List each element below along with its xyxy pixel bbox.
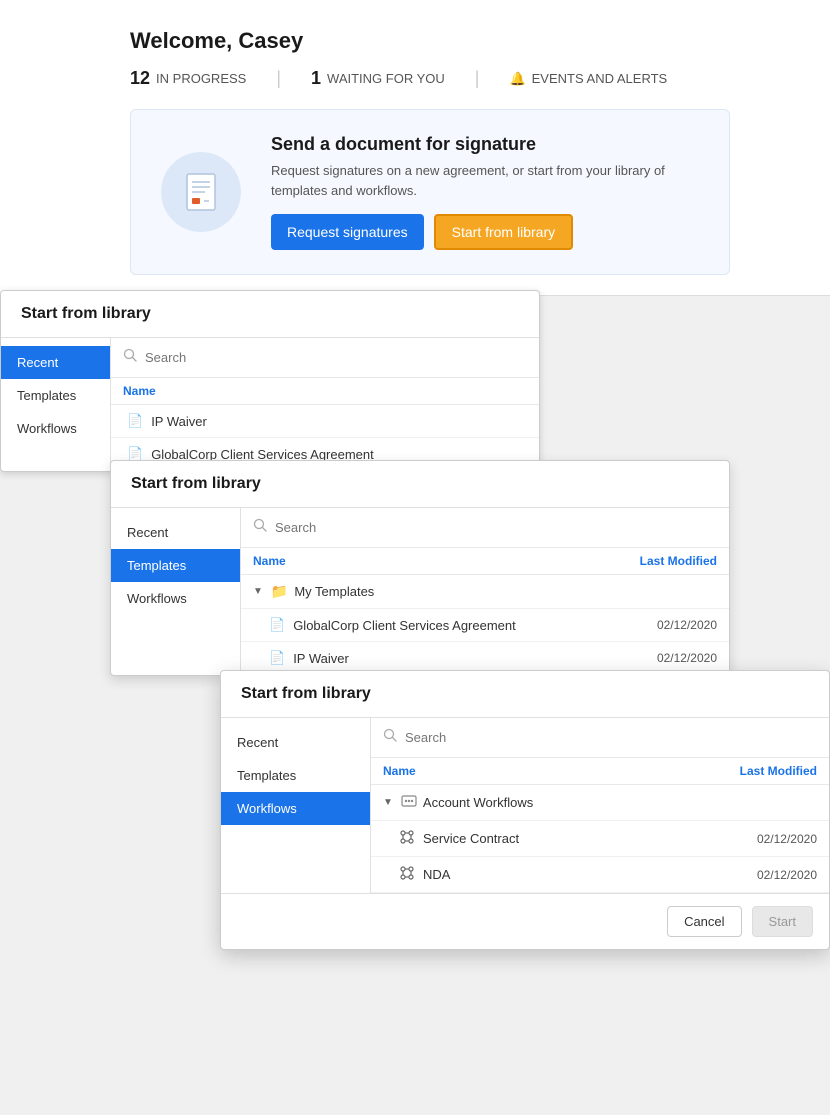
list-item[interactable]: NDA 02/12/2020 bbox=[371, 857, 829, 893]
workflow-name: Service Contract bbox=[423, 831, 519, 846]
panel-templates-body: Recent Templates Workflows Name Last Mod… bbox=[111, 508, 729, 675]
list-item[interactable]: Service Contract 02/12/2020 bbox=[371, 821, 829, 857]
search-row-3 bbox=[371, 718, 829, 758]
send-doc-card: Send a document for signature Request si… bbox=[130, 109, 730, 275]
col-modified-3: Last Modified bbox=[727, 764, 817, 778]
col-modified-2: Last Modified bbox=[627, 554, 717, 568]
sidebar-item-workflows-2[interactable]: Workflows bbox=[111, 582, 240, 615]
folder-icon: 📁 bbox=[271, 583, 288, 600]
sidebar-item-templates-2[interactable]: Templates bbox=[111, 549, 240, 582]
panel-templates-header: Start from library bbox=[111, 461, 729, 508]
stats-row: 12 IN PROGRESS | 1 WAITING FOR YOU | 🔔 E… bbox=[130, 68, 790, 89]
chevron-down-icon: ▼ bbox=[253, 586, 263, 597]
list-item[interactable]: 📄 GlobalCorp Client Services Agreement 0… bbox=[241, 609, 729, 642]
sidebar-item-workflows-3[interactable]: Workflows bbox=[221, 792, 370, 825]
stat-label-events: EVENTS AND ALERTS bbox=[532, 71, 668, 86]
sidebar-item-templates-3[interactable]: Templates bbox=[221, 759, 370, 792]
search-row-2 bbox=[241, 508, 729, 548]
start-from-library-button[interactable]: Start from library bbox=[434, 214, 573, 250]
panel-recent-sidebar: Recent Templates Workflows bbox=[1, 338, 111, 471]
sidebar-item-templates-1[interactable]: Templates bbox=[1, 379, 110, 412]
file-name: IP Waiver bbox=[293, 651, 349, 666]
folder-name-workflows: Account Workflows bbox=[423, 795, 533, 810]
search-icon bbox=[253, 518, 267, 537]
panel-recent-body: Recent Templates Workflows Name 📄 IP Wai… bbox=[1, 338, 539, 471]
panel-workflows-title: Start from library bbox=[241, 685, 809, 703]
search-icon bbox=[123, 348, 137, 367]
col-name-1: Name bbox=[123, 384, 527, 398]
stat-label-waiting: WAITING FOR YOU bbox=[327, 71, 445, 86]
panel-templates: Start from library Recent Templates Work… bbox=[110, 460, 730, 676]
sidebar-item-recent-3[interactable]: Recent bbox=[221, 726, 370, 759]
request-signatures-button[interactable]: Request signatures bbox=[271, 214, 424, 250]
folder-row[interactable]: ▼ 📁 My Templates bbox=[241, 575, 729, 609]
stat-divider-2: | bbox=[475, 68, 480, 89]
btn-row: Request signatures Start from library bbox=[271, 214, 699, 250]
panel-workflows-sidebar: Recent Templates Workflows bbox=[221, 718, 371, 893]
col-name-2: Name bbox=[253, 554, 627, 568]
stat-divider-1: | bbox=[276, 68, 281, 89]
stat-label-progress: IN PROGRESS bbox=[156, 71, 246, 86]
document-svg bbox=[177, 168, 225, 216]
list-item[interactable]: 📄 IP Waiver bbox=[111, 405, 539, 438]
panel-recent-title: Start from library bbox=[21, 305, 519, 323]
start-button: Start bbox=[752, 906, 813, 937]
file-name: GlobalCorp Client Services Agreement bbox=[293, 618, 516, 633]
folder-name: My Templates bbox=[294, 584, 374, 599]
file-date: 02/12/2020 bbox=[657, 618, 717, 632]
stat-number-progress: 12 bbox=[130, 68, 150, 89]
panel-templates-sidebar: Recent Templates Workflows bbox=[111, 508, 241, 675]
stat-number-waiting: 1 bbox=[311, 68, 321, 89]
file-name: IP Waiver bbox=[151, 414, 207, 429]
search-row-1 bbox=[111, 338, 539, 378]
panel-workflows-content: Name Last Modified ▼ Account Workflows S… bbox=[371, 718, 829, 893]
table-header-1: Name bbox=[111, 378, 539, 405]
table-header-3: Name Last Modified bbox=[371, 758, 829, 785]
panel-recent: Start from library Recent Templates Work… bbox=[0, 290, 540, 472]
sidebar-item-workflows-1[interactable]: Workflows bbox=[1, 412, 110, 445]
send-doc-title: Send a document for signature bbox=[271, 134, 699, 155]
stat-events: 🔔 EVENTS AND ALERTS bbox=[509, 71, 667, 87]
doc-illustration bbox=[161, 152, 241, 232]
workflow-icon bbox=[399, 829, 415, 848]
cancel-button[interactable]: Cancel bbox=[667, 906, 741, 937]
file-icon: 📄 bbox=[269, 617, 285, 633]
dashboard: Welcome, Casey 12 IN PROGRESS | 1 WAITIN… bbox=[0, 0, 830, 296]
panel-templates-title: Start from library bbox=[131, 475, 709, 493]
panel-templates-content: Name Last Modified ▼ 📁 My Templates 📄 Gl… bbox=[241, 508, 729, 675]
workflow-icon bbox=[399, 865, 415, 884]
search-input-2[interactable] bbox=[275, 520, 717, 535]
panel-recent-header: Start from library bbox=[1, 291, 539, 338]
bell-icon: 🔔 bbox=[509, 71, 525, 87]
panel-workflows-body: Recent Templates Workflows Name Last Mod… bbox=[221, 718, 829, 893]
search-input-1[interactable] bbox=[145, 350, 527, 365]
sidebar-item-recent-1[interactable]: Recent bbox=[1, 346, 110, 379]
table-header-2: Name Last Modified bbox=[241, 548, 729, 575]
panel-recent-content: Name 📄 IP Waiver 📄 GlobalCorp Client Ser… bbox=[111, 338, 539, 471]
panel-footer: Cancel Start bbox=[221, 893, 829, 949]
search-input-3[interactable] bbox=[405, 730, 817, 745]
stat-in-progress: 12 IN PROGRESS bbox=[130, 68, 246, 89]
workflow-date: 02/12/2020 bbox=[757, 832, 817, 846]
col-name-3: Name bbox=[383, 764, 727, 778]
panel-workflows: Start from library Recent Templates Work… bbox=[220, 670, 830, 950]
workflow-name: NDA bbox=[423, 867, 450, 882]
file-icon: 📄 bbox=[269, 650, 285, 666]
send-doc-desc: Request signatures on a new agreement, o… bbox=[271, 161, 699, 200]
search-icon bbox=[383, 728, 397, 747]
welcome-title: Welcome, Casey bbox=[130, 28, 790, 54]
stat-waiting: 1 WAITING FOR YOU bbox=[311, 68, 445, 89]
file-date: 02/12/2020 bbox=[657, 651, 717, 665]
account-workflows-folder-icon bbox=[401, 793, 417, 812]
workflow-date: 02/12/2020 bbox=[757, 868, 817, 882]
folder-row-workflows[interactable]: ▼ Account Workflows bbox=[371, 785, 829, 821]
sidebar-item-recent-2[interactable]: Recent bbox=[111, 516, 240, 549]
send-doc-text: Send a document for signature Request si… bbox=[271, 134, 699, 250]
chevron-down-icon: ▼ bbox=[383, 797, 393, 808]
panel-workflows-header: Start from library bbox=[221, 671, 829, 718]
file-icon: 📄 bbox=[127, 413, 143, 429]
